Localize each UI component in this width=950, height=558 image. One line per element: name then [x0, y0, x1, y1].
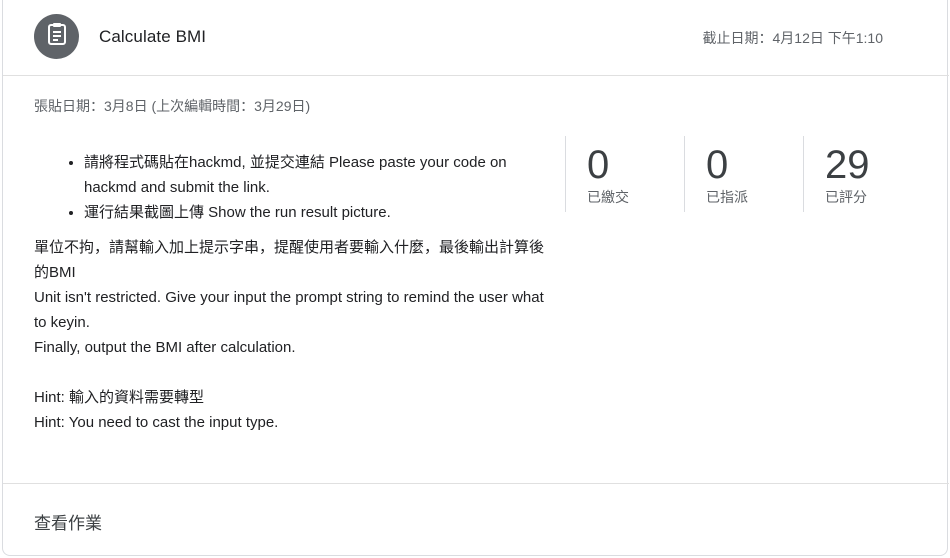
stat-label: 已繳交 [587, 189, 629, 205]
instruction-item: 請將程式碼貼在hackmd, 並提交連結 Please paste your c… [84, 150, 544, 200]
assignment-avatar [34, 14, 79, 59]
stat-label: 已指派 [706, 189, 748, 205]
assignment-icon [46, 22, 68, 51]
instruction-paragraph: Finally, output the BMI after calculatio… [34, 339, 296, 356]
stat-graded[interactable]: 29 已評分 [803, 136, 922, 212]
hint-paragraph: Hint: You need to cast the input type. [34, 414, 279, 431]
assignment-header[interactable]: Calculate BMI 截止日期：4月12日 下午1:10 [3, 0, 949, 76]
posted-date: 張貼日期：3月8日 (上次編輯時間：3月29日) [34, 98, 311, 114]
instruction-list: 請將程式碼貼在hackmd, 並提交連結 Please paste your c… [34, 150, 544, 225]
card-footer: 查看作業 [3, 483, 949, 555]
stat-value: 0 [587, 143, 610, 187]
instruction-blank-line [34, 360, 544, 385]
view-assignment-link[interactable]: 查看作業 [34, 509, 102, 534]
instruction-paragraph: 單位不拘，請幫輸入加上提示字串，提醒使用者要輸入什麼，最後輸出計算後的BMI [34, 239, 545, 281]
stat-value: 0 [706, 143, 729, 187]
instruction-paragraph: Unit isn't restricted. Give your input t… [34, 289, 544, 331]
submission-stats: 0 已繳交 0 已指派 29 已評分 [565, 136, 922, 212]
due-date: 截止日期：4月12日 下午1:10 [702, 30, 884, 46]
assignment-title: Calculate BMI [99, 27, 207, 46]
assignment-card: Calculate BMI 截止日期：4月12日 下午1:10 張貼日期：3月8… [2, 0, 949, 556]
hint-paragraph: Hint: 輸入的資料需要轉型 [34, 389, 205, 406]
stat-turned-in[interactable]: 0 已繳交 [565, 136, 684, 212]
stat-value: 29 [825, 143, 870, 187]
instruction-item: 運行結果截圖上傳 Show the run result picture. [84, 200, 544, 225]
stat-label: 已評分 [825, 189, 867, 205]
assignment-instructions: 請將程式碼貼在hackmd, 並提交連結 Please paste your c… [34, 150, 544, 435]
stat-assigned[interactable]: 0 已指派 [684, 136, 803, 212]
